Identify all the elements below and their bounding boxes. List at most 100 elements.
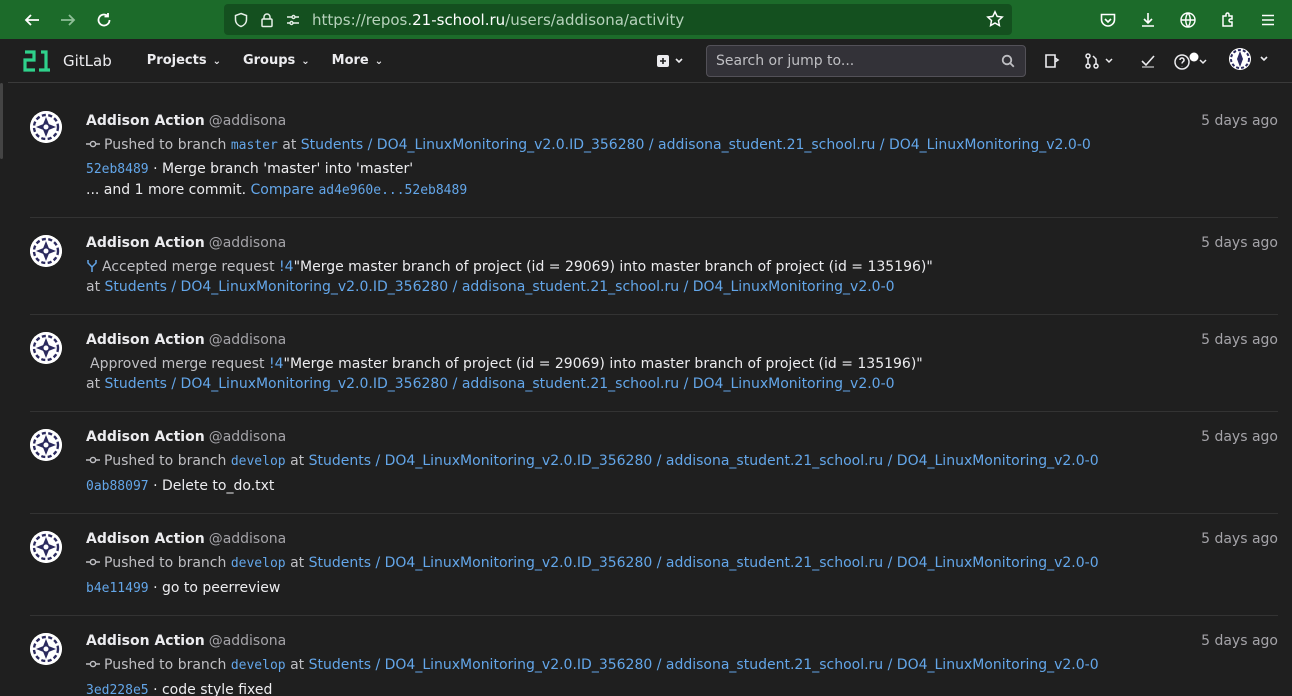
avatar[interactable]	[30, 633, 62, 665]
commit-line: b4e11499 · go to peerreview	[86, 580, 280, 596]
avatar[interactable]	[30, 111, 62, 143]
commit-line: 52eb8489 · Merge branch 'master' into 'm…	[86, 161, 413, 177]
author-name[interactable]: Addison Action	[86, 113, 205, 129]
author-username[interactable]: @addisona	[209, 633, 287, 649]
author-name[interactable]: Addison Action	[86, 633, 205, 649]
url-text[interactable]: https://repos.21-school.ru/users/addison…	[312, 11, 684, 29]
shield-icon[interactable]	[232, 11, 250, 29]
chevron-down-icon: ⌄	[212, 56, 221, 67]
commit-icon	[86, 558, 100, 566]
event-header: Addison Action @addisona	[86, 633, 286, 649]
top-menu: Projects ⌄ Groups ⌄ More ⌄	[147, 53, 383, 68]
project-link[interactable]: Students / DO4_LinuxMonitoring_v2.0.ID_3…	[301, 137, 1091, 153]
event-header: Addison Action @addisona	[86, 113, 286, 129]
event-action-line: Pushed to branch develop at Students / D…	[86, 555, 1099, 571]
commit-message: · go to peerreview	[153, 580, 281, 596]
branch-link[interactable]: develop	[231, 556, 286, 571]
commit-message: · Merge branch 'master' into 'master'	[153, 161, 414, 177]
event-header: Addison Action @addisona	[86, 235, 286, 251]
search-input[interactable]: Search or jump to...	[706, 45, 1026, 77]
compare-link[interactable]: Compare ad4e960e...52eb8489	[250, 182, 467, 198]
commit-sha-link[interactable]: 52eb8489	[86, 162, 149, 177]
gitlab-logo-icon[interactable]	[23, 48, 53, 74]
reload-icon[interactable]	[87, 3, 121, 37]
download-icon[interactable]	[1130, 3, 1166, 37]
sidebar-scroll-indicator[interactable]	[0, 83, 3, 159]
event-header: Addison Action @addisona	[86, 429, 286, 445]
bookmark-star-icon[interactable]	[986, 10, 1004, 28]
event-time: 5 days ago	[1201, 633, 1278, 649]
avatar[interactable]	[30, 429, 62, 461]
menu-icon[interactable]	[1250, 3, 1286, 37]
more-menu[interactable]: More ⌄	[332, 53, 384, 68]
avatar[interactable]	[30, 235, 62, 267]
commit-icon	[86, 140, 100, 148]
project-link[interactable]: Students / DO4_LinuxMonitoring_v2.0.ID_3…	[309, 657, 1099, 673]
merge-request-icon	[87, 260, 97, 272]
merge-requests-icon[interactable]	[1081, 46, 1117, 76]
divider	[30, 615, 1278, 616]
issues-icon[interactable]	[1042, 46, 1062, 76]
todos-icon[interactable]	[1138, 46, 1158, 76]
new-item-button[interactable]	[651, 46, 691, 76]
branch-link[interactable]: master	[231, 138, 278, 153]
author-username[interactable]: @addisona	[209, 429, 287, 445]
divider	[30, 314, 1278, 315]
commit-icon	[86, 660, 100, 668]
event-action-line: Pushed to branch develop at Students / D…	[86, 657, 1099, 673]
avatar-icon	[1229, 48, 1268, 70]
plus-square-icon	[657, 55, 683, 67]
browser-extensions	[1090, 0, 1286, 39]
author-name[interactable]: Addison Action	[86, 531, 205, 547]
page-edge	[0, 39, 8, 83]
pocket-icon[interactable]	[1090, 3, 1126, 37]
branch-link[interactable]: develop	[231, 658, 286, 673]
author-username[interactable]: @addisona	[209, 332, 287, 348]
author-username[interactable]: @addisona	[209, 113, 287, 129]
left-sidebar-edge	[0, 83, 8, 696]
merge-request-link[interactable]: !4	[269, 356, 284, 372]
author-name[interactable]: Addison Action	[86, 235, 205, 251]
event-time: 5 days ago	[1201, 113, 1278, 129]
extensions-icon[interactable]	[1210, 3, 1246, 37]
divider	[30, 411, 1278, 412]
commit-sha-link[interactable]: b4e11499	[86, 581, 149, 596]
avatar[interactable]	[30, 332, 62, 364]
globe-icon[interactable]	[1170, 3, 1206, 37]
author-username[interactable]: @addisona	[209, 531, 287, 547]
projects-menu[interactable]: Projects ⌄	[147, 53, 221, 68]
branch-link[interactable]: develop	[231, 454, 286, 469]
event-header: Addison Action @addisona	[86, 332, 286, 348]
author-name[interactable]: Addison Action	[86, 429, 205, 445]
project-link[interactable]: Students / DO4_LinuxMonitoring_v2.0.ID_3…	[105, 376, 895, 392]
project-link[interactable]: Students / DO4_LinuxMonitoring_v2.0.ID_3…	[105, 279, 895, 295]
commit-line: 3ed228e5 · code style fixed	[86, 682, 272, 696]
event-time: 5 days ago	[1201, 332, 1278, 348]
commit-sha-link[interactable]: 3ed228e5	[86, 683, 149, 696]
permissions-icon[interactable]	[284, 11, 302, 29]
avatar[interactable]	[30, 531, 62, 563]
commit-message: · code style fixed	[153, 682, 273, 696]
event-project-line: at Students / DO4_LinuxMonitoring_v2.0.I…	[86, 376, 895, 392]
commit-line: 0ab88097 · Delete to_do.txt	[86, 478, 274, 494]
author-username[interactable]: @addisona	[209, 235, 287, 251]
merge-request-link[interactable]: !4	[279, 259, 294, 275]
gitlab-brand[interactable]: GitLab	[63, 52, 112, 70]
project-link[interactable]: Students / DO4_LinuxMonitoring_v2.0.ID_3…	[309, 555, 1099, 571]
user-avatar-menu[interactable]	[1228, 44, 1274, 74]
page-title-fragment	[240, 73, 270, 85]
help-icon[interactable]	[1172, 46, 1212, 76]
project-link[interactable]: Students / DO4_LinuxMonitoring_v2.0.ID_3…	[309, 453, 1099, 469]
chevron-down-icon: ⌄	[374, 56, 384, 67]
forward-icon[interactable]	[51, 3, 85, 37]
author-name[interactable]: Addison Action	[86, 332, 205, 348]
search-icon	[1001, 54, 1015, 68]
event-action-line: Pushed to branch develop at Students / D…	[86, 453, 1099, 469]
back-icon[interactable]	[15, 3, 49, 37]
groups-menu[interactable]: Groups ⌄	[243, 53, 310, 68]
url-bar[interactable]: https://repos.21-school.ru/users/addison…	[224, 4, 1012, 35]
event-time: 5 days ago	[1201, 429, 1278, 445]
more-commits-line: ... and 1 more commit. Compare ad4e960e.…	[86, 182, 468, 198]
commit-sha-link[interactable]: 0ab88097	[86, 479, 149, 494]
lock-icon[interactable]	[258, 11, 276, 29]
